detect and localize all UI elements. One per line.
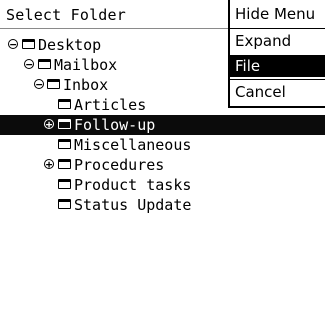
page-title: Select Folder (6, 6, 126, 24)
tree-item-label: Miscellaneous (74, 136, 192, 154)
expand-icon[interactable]: + (44, 119, 54, 130)
context-menu: Hide Menu Expand File Cancel (228, 0, 325, 108)
screen: Select Folder − Desktop − Mailbox − Inbo… (0, 0, 325, 329)
folder-icon (58, 179, 71, 189)
menu-divider (230, 28, 325, 29)
collapse-icon[interactable]: − (34, 79, 44, 90)
menu-divider (230, 79, 325, 80)
folder-icon (38, 59, 51, 69)
folder-icon (58, 99, 71, 109)
menu-item-expand[interactable]: Expand (230, 30, 325, 52)
tree-item-label: Desktop (38, 36, 102, 54)
expand-icon[interactable]: + (44, 159, 54, 170)
menu-item-hide-menu[interactable]: Hide Menu (230, 3, 325, 25)
menu-item-file[interactable]: File (230, 55, 325, 77)
tree-item-label: Product tasks (74, 176, 192, 194)
folder-icon (58, 199, 71, 209)
folder-icon (47, 79, 60, 89)
tree-item-label: Inbox (63, 76, 109, 94)
folder-icon (22, 39, 35, 49)
tree-item-label: Mailbox (54, 56, 118, 74)
tree-item-follow-up[interactable]: + Follow-up (0, 115, 325, 135)
tree-item-label: Articles (74, 96, 147, 114)
tree-item-label: Follow-up (74, 116, 156, 134)
collapse-icon[interactable]: − (8, 39, 18, 50)
tree-item-label: Status Update (74, 196, 192, 214)
tree-item-label: Procedures (74, 156, 165, 174)
menu-item-cancel[interactable]: Cancel (230, 81, 325, 103)
tree-item-status-update[interactable]: Status Update (0, 195, 325, 215)
collapse-icon[interactable]: − (24, 59, 34, 70)
tree-item-miscellaneous[interactable]: Miscellaneous (0, 135, 325, 155)
folder-icon (58, 139, 71, 149)
folder-icon (58, 119, 71, 129)
tree-item-procedures[interactable]: + Procedures (0, 155, 325, 175)
tree-item-product-tasks[interactable]: Product tasks (0, 175, 325, 195)
folder-icon (58, 159, 71, 169)
